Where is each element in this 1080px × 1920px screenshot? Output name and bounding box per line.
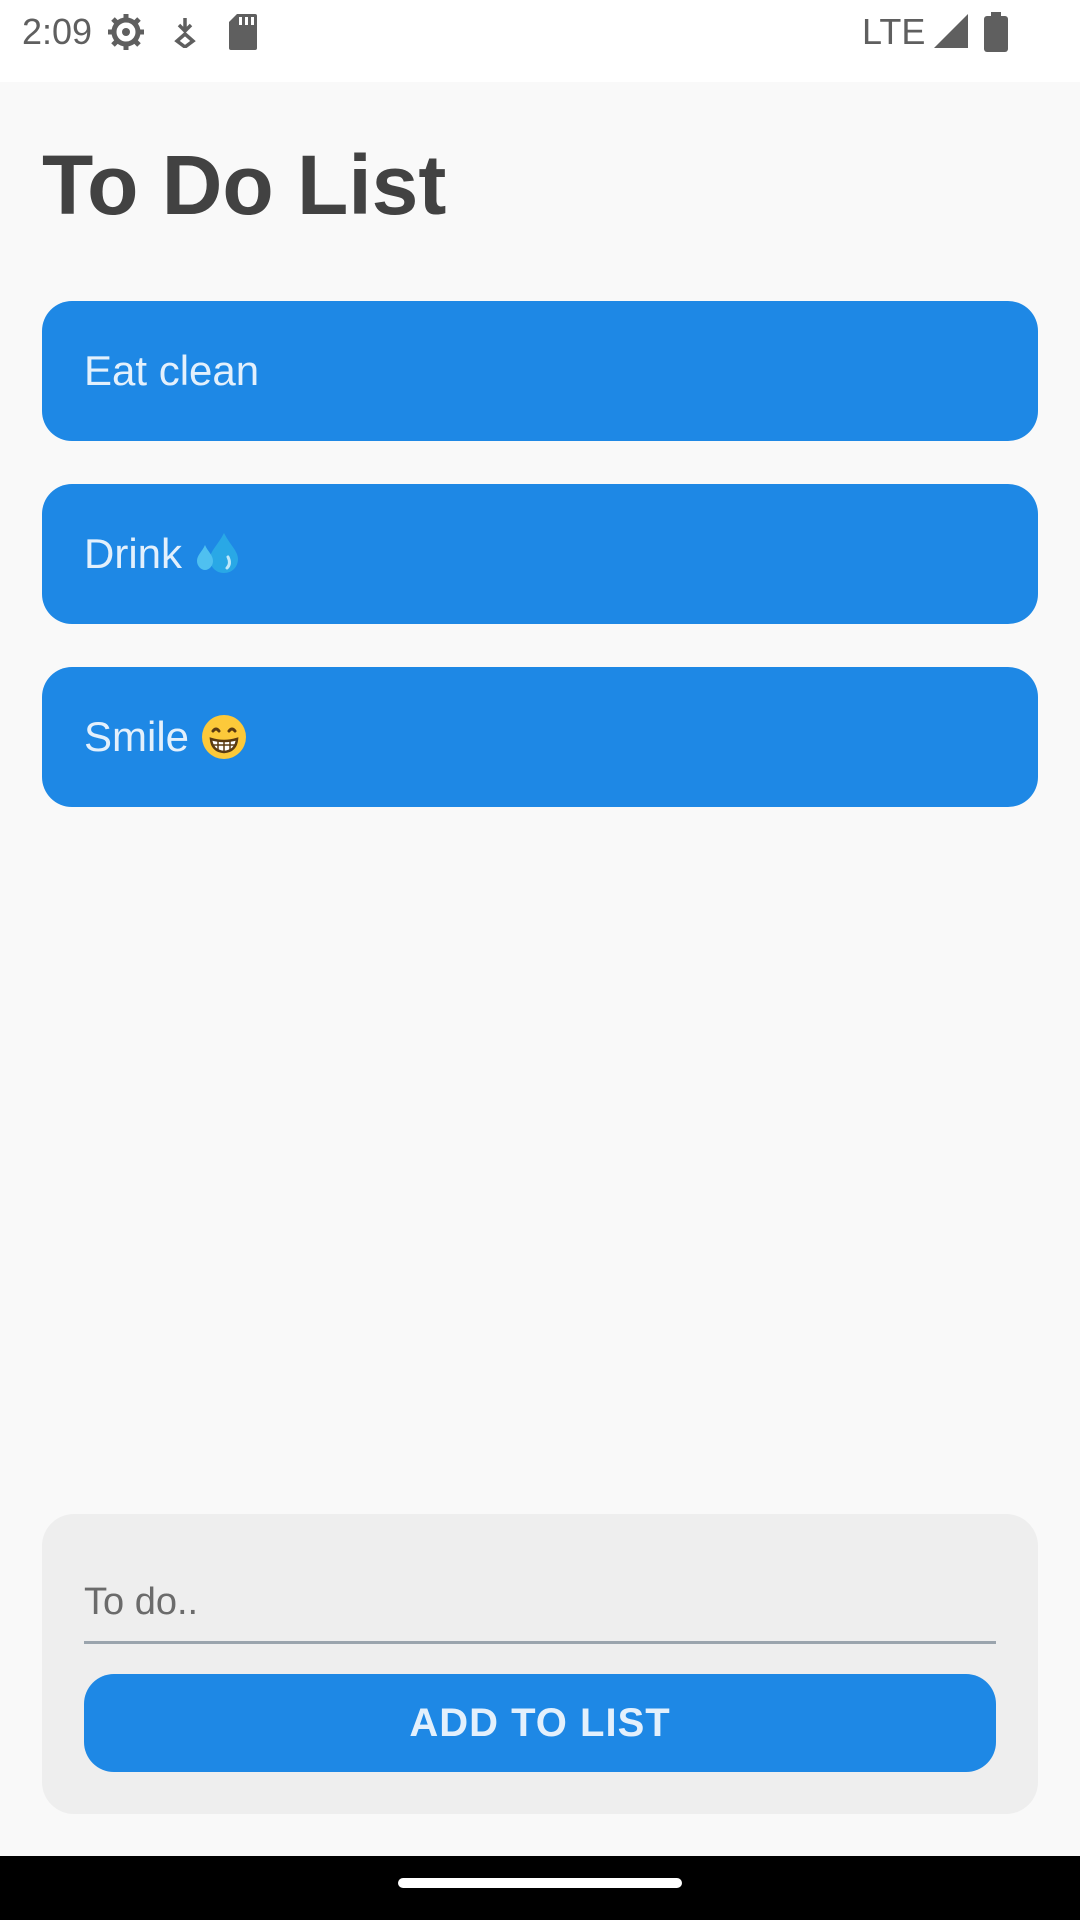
app-screen: 2:09 LTE To Do List Eat clean Drink Smil… (0, 0, 1080, 1920)
navigation-bar (0, 1856, 1080, 1920)
network-type: LTE (862, 11, 926, 52)
sweat-droplets-icon (194, 531, 242, 577)
settings-icon (108, 14, 144, 50)
todo-item[interactable]: Smile (42, 667, 1038, 807)
todo-item[interactable]: Eat clean (42, 301, 1038, 441)
todo-list: Eat clean Drink Smile (42, 301, 1038, 850)
sd-card-icon (229, 14, 257, 50)
signal-icon (934, 14, 968, 48)
grinning-face-icon (201, 714, 247, 760)
todo-item-text: Smile (84, 713, 190, 760)
todo-item-text: Drink (84, 530, 183, 577)
home-gesture-handle[interactable] (398, 1878, 682, 1888)
page-title: To Do List (42, 138, 447, 232)
add-to-list-button[interactable]: ADD TO LIST (84, 1674, 996, 1772)
status-bar: 2:09 LTE (0, 0, 1080, 82)
download-icon (174, 18, 196, 48)
todo-item[interactable]: Drink (42, 484, 1038, 624)
status-time: 2:09 (22, 11, 93, 52)
add-todo-form: ADD TO LIST (42, 1514, 1038, 1814)
battery-icon (984, 12, 1008, 52)
todo-item-text: Eat clean (84, 347, 260, 394)
todo-input[interactable] (84, 1564, 996, 1644)
